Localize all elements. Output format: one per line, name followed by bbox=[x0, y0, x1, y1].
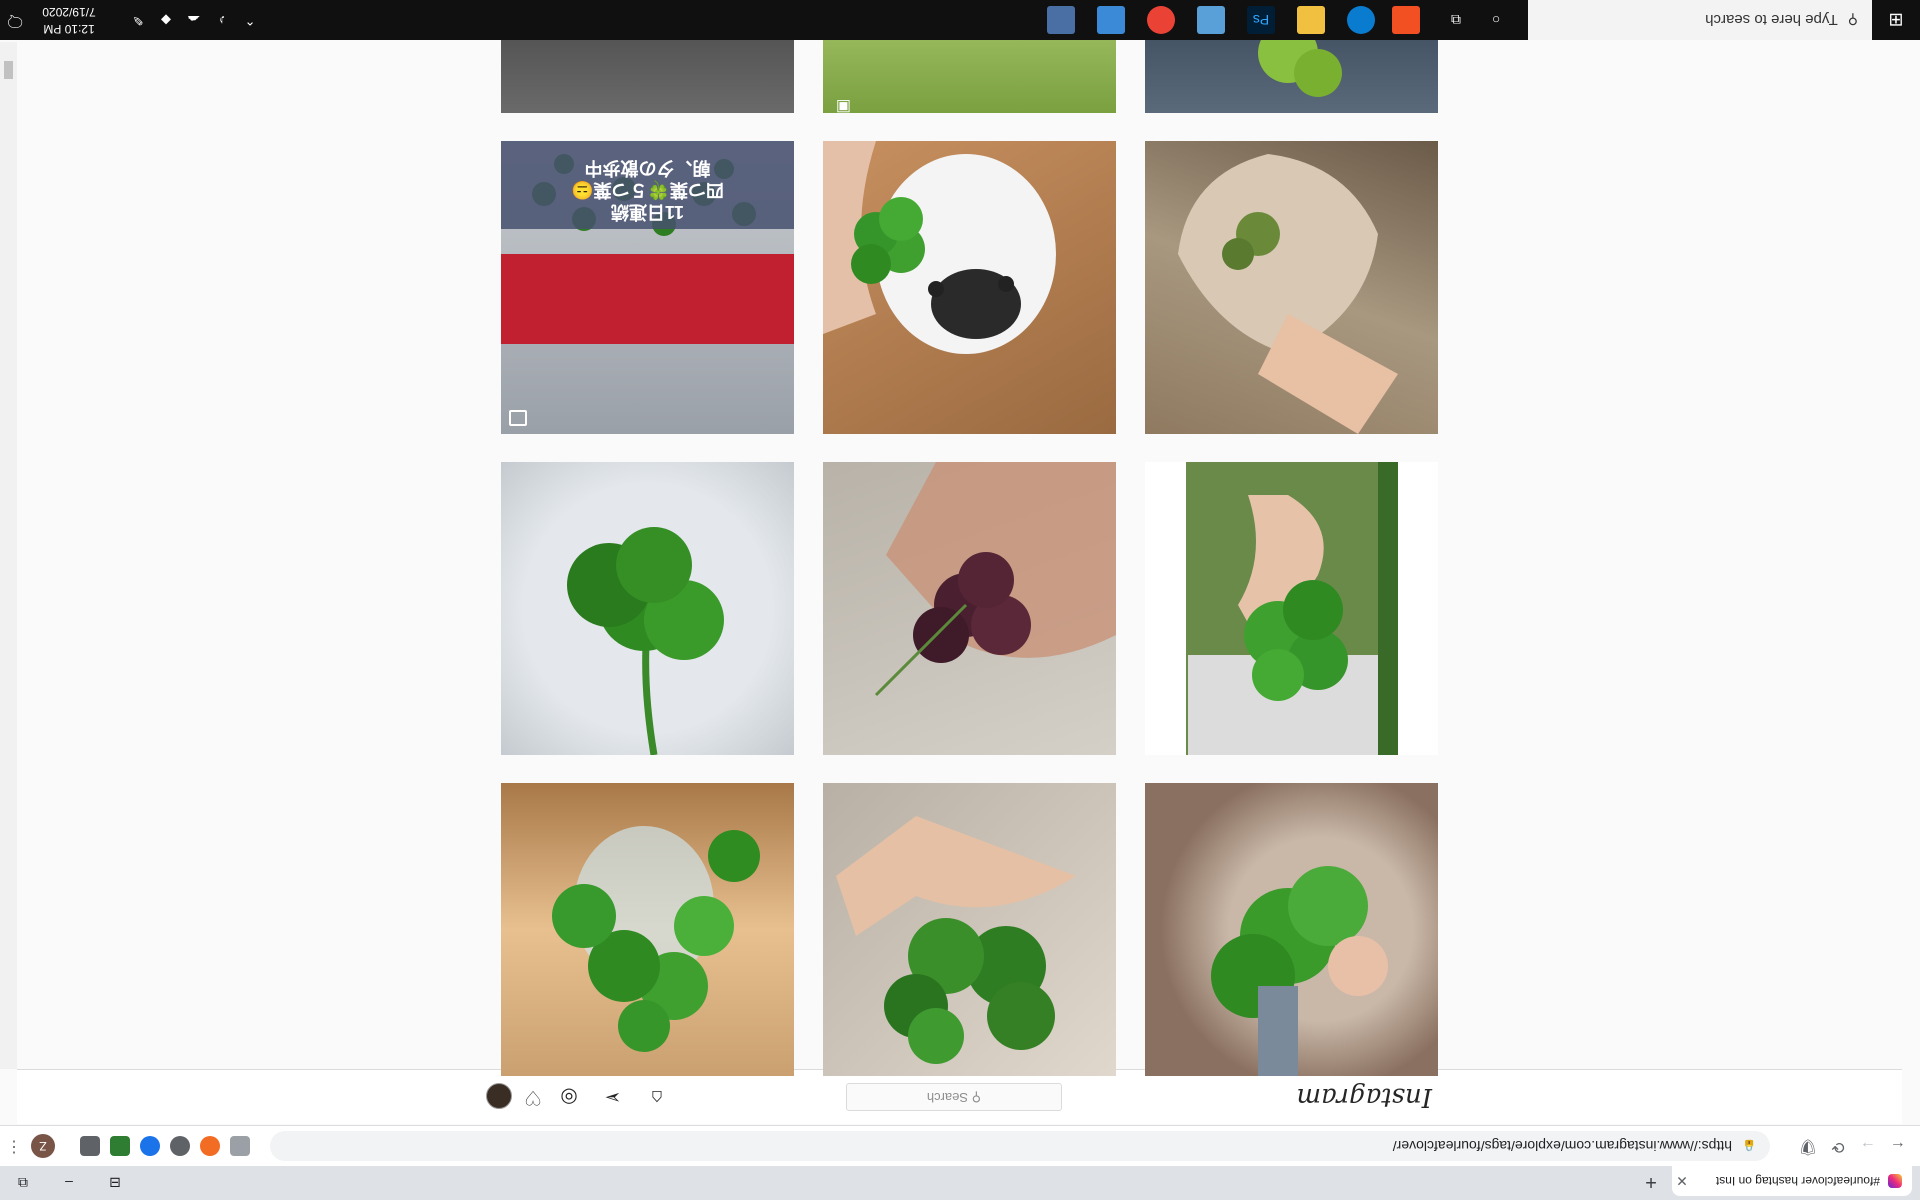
search-placeholder: Search bbox=[926, 1090, 969, 1105]
taskbar-search-box[interactable]: ⚲ Type here to search bbox=[1528, 0, 1872, 40]
direct-icon[interactable]: ➢ bbox=[600, 1084, 626, 1110]
post-thumbnail[interactable] bbox=[1145, 462, 1438, 755]
settings-app-icon[interactable] bbox=[1097, 6, 1125, 34]
post-thumbnail[interactable] bbox=[1145, 783, 1438, 1076]
windows-start-icon[interactable]: ⊞ bbox=[1872, 0, 1920, 40]
onedrive-icon[interactable]: ☁ bbox=[182, 0, 206, 40]
dropbox-icon[interactable]: ◆ bbox=[154, 0, 178, 40]
photos-app-icon[interactable] bbox=[1197, 6, 1225, 34]
instagram-header: Instagram ⚲ Search ⌂ ➢ ◎ ♡ bbox=[17, 1069, 1902, 1124]
home-icon[interactable]: ⌂ bbox=[644, 1084, 670, 1110]
post-thumbnail[interactable] bbox=[823, 783, 1116, 1076]
tab-title: #fourleafclover hashtag on Inst bbox=[1715, 1174, 1880, 1188]
post-thumbnail[interactable]: 11日連続 四つ葉🍀５つ葉😑 朝、夕の散歩中 bbox=[501, 141, 794, 434]
forward-icon[interactable]: → bbox=[1856, 1134, 1880, 1158]
instagram-favicon-icon bbox=[1888, 1174, 1902, 1188]
extension-icon-1[interactable] bbox=[230, 1136, 250, 1156]
caption-line: 朝、夕の散歩中 bbox=[584, 158, 711, 178]
taskbar-clock[interactable]: 12:10 PM 7/19/2020 bbox=[31, 3, 107, 37]
caption-line: 四つ葉🍀５つ葉😑 bbox=[571, 180, 724, 200]
reload-icon[interactable]: ⟳ bbox=[1826, 1134, 1850, 1158]
pen-icon[interactable]: ✎ bbox=[126, 0, 150, 40]
file-explorer-icon[interactable] bbox=[1297, 6, 1325, 34]
screen: #fourleafclover hashtag on Inst ✕ + ⊟ – … bbox=[0, 0, 1920, 1200]
restore-button[interactable]: ⧉ bbox=[0, 1166, 46, 1200]
browser-tab-strip: #fourleafclover hashtag on Inst ✕ + ⊟ – … bbox=[0, 1166, 1920, 1200]
minimize-button[interactable]: – bbox=[46, 1166, 92, 1200]
lock-icon: 🔒 bbox=[1742, 1139, 1756, 1152]
extension-icon-2[interactable] bbox=[200, 1136, 220, 1156]
browser-menu-icon[interactable]: ⋮ bbox=[6, 1134, 22, 1158]
multi-image-icon bbox=[509, 410, 527, 426]
browser-tab-active[interactable]: #fourleafclover hashtag on Inst ✕ bbox=[1672, 1166, 1912, 1196]
notification-center-icon[interactable]: 🗨 bbox=[0, 0, 30, 40]
post-thumbnail[interactable] bbox=[823, 141, 1116, 434]
post-thumbnail[interactable] bbox=[823, 462, 1116, 755]
activity-icon[interactable]: ♡ bbox=[520, 1084, 546, 1110]
extension-icon-5[interactable] bbox=[110, 1136, 130, 1156]
task-view-icon[interactable]: ⧉ bbox=[1442, 6, 1470, 34]
address-bar[interactable]: 🔒 https://www.instagram.com/explore/tags… bbox=[270, 1131, 1770, 1161]
bookmark-icon[interactable]: 🛡 bbox=[1796, 1134, 1820, 1158]
clock-time: 12:10 PM bbox=[43, 22, 95, 36]
camera-icon: ▣ bbox=[835, 98, 851, 113]
browser-toolbar: ← → ⟳ 🛡 🔒 https://www.instagram.com/expl… bbox=[0, 1125, 1920, 1166]
clock-date: 7/19/2020 bbox=[42, 5, 96, 19]
post-thumbnail[interactable] bbox=[501, 462, 794, 755]
calculator-icon[interactable] bbox=[1047, 6, 1075, 34]
tray-chevron-icon[interactable]: ⌃ bbox=[238, 0, 262, 40]
post-thumbnail[interactable] bbox=[1145, 141, 1438, 434]
search-icon: ⚲ bbox=[968, 1090, 982, 1105]
address-url[interactable]: https://www.instagram.com/explore/tags/f… bbox=[1393, 1138, 1732, 1154]
windows-taskbar: ⊞ ⚲ Type here to search ○ ⧉ Ps ⌃ ♪ ☁ ◆ ✎… bbox=[0, 0, 1920, 40]
extension-icon-4[interactable] bbox=[140, 1136, 160, 1156]
search-icon: ⚲ bbox=[1847, 12, 1858, 29]
explore-icon[interactable]: ◎ bbox=[556, 1084, 582, 1110]
tab-search-icon[interactable]: ⊟ bbox=[92, 1166, 138, 1200]
extension-icon-3[interactable] bbox=[170, 1136, 190, 1156]
cortana-icon[interactable]: ○ bbox=[1482, 6, 1510, 34]
volume-icon[interactable]: ♪ bbox=[210, 0, 234, 40]
tab-close-icon[interactable]: ✕ bbox=[1672, 1173, 1692, 1190]
taskbar-search-placeholder: Type here to search bbox=[1705, 11, 1838, 29]
search-input[interactable]: ⚲ Search bbox=[846, 1083, 1062, 1111]
scrollbar-thumb[interactable] bbox=[4, 61, 13, 79]
back-icon[interactable]: ← bbox=[1886, 1134, 1910, 1158]
post-thumbnail[interactable] bbox=[501, 783, 794, 1076]
profile-icon[interactable] bbox=[486, 1083, 512, 1109]
chrome-icon[interactable] bbox=[1147, 6, 1175, 34]
photoshop-icon[interactable]: Ps bbox=[1247, 6, 1275, 34]
instagram-logo[interactable]: Instagram bbox=[1296, 1082, 1432, 1112]
caption-line: 11日連続 bbox=[610, 202, 685, 222]
browser-profile-avatar[interactable]: Z bbox=[31, 1134, 55, 1158]
extensions-puzzle-icon[interactable] bbox=[80, 1136, 100, 1156]
post-caption-overlay: 11日連続 四つ葉🍀５つ葉😑 朝、夕の散歩中 bbox=[501, 141, 794, 229]
edge-browser-icon[interactable] bbox=[1347, 6, 1375, 34]
page-scrollbar[interactable] bbox=[0, 42, 17, 1069]
microsoft-store-icon[interactable] bbox=[1392, 6, 1420, 34]
new-tab-button[interactable]: + bbox=[1638, 1168, 1664, 1194]
